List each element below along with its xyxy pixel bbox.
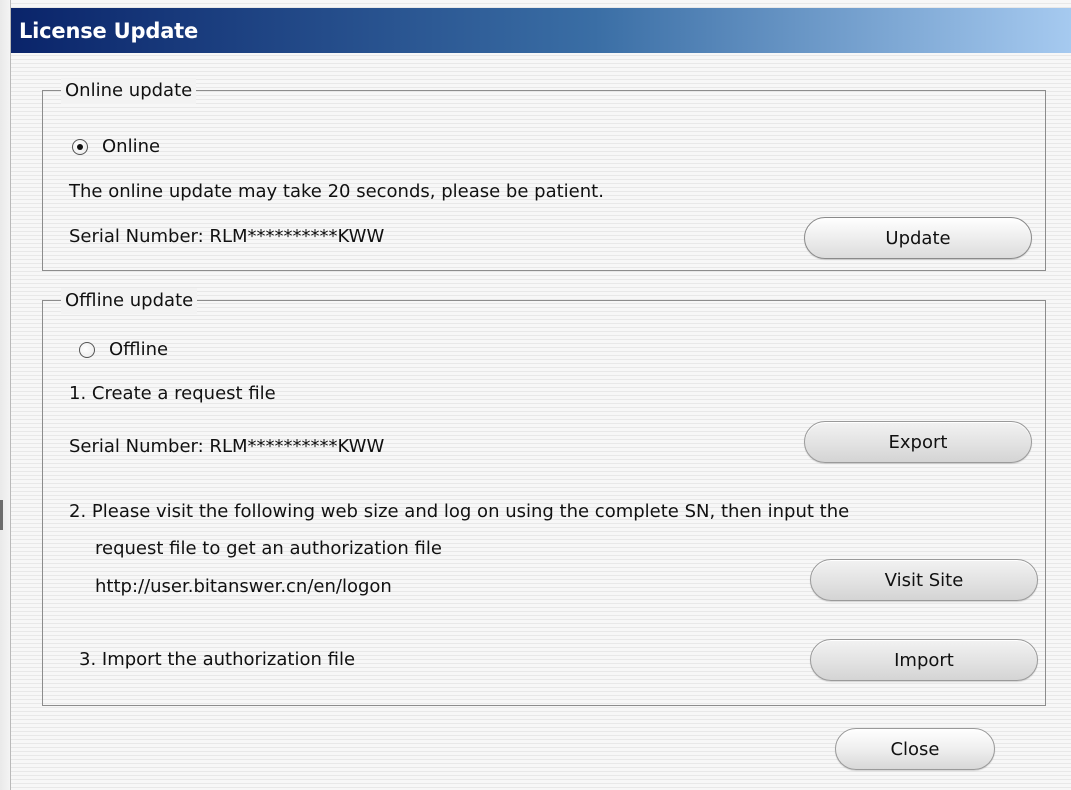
visit-site-button[interactable]: Visit Site <box>810 559 1038 601</box>
step2-logon-url: http://user.bitanswer.cn/en/logon <box>95 576 392 597</box>
offline-radio-option[interactable]: Offline <box>79 338 168 362</box>
step2-instructions-line2: request file to get an authorization fil… <box>95 538 442 559</box>
close-button[interactable]: Close <box>835 728 995 770</box>
online-serial-number: Serial Number: RLM**********KWW <box>69 226 385 247</box>
license-update-dialog: License Update Online update Online The … <box>10 0 1071 790</box>
online-update-group: Online update Online The online update m… <box>42 78 1046 271</box>
online-radio-button[interactable] <box>72 139 88 155</box>
online-update-note: The online update may take 20 seconds, p… <box>69 181 604 202</box>
offline-radio-button[interactable] <box>79 342 95 358</box>
offline-radio-label[interactable]: Offline <box>109 338 168 362</box>
online-update-legend: Online update <box>61 78 197 104</box>
online-radio-label[interactable]: Online <box>102 135 160 159</box>
window-title: License Update <box>19 18 199 43</box>
offline-update-legend: Offline update <box>61 288 198 314</box>
offline-update-group: Offline update Offline 1. Create a reque… <box>42 288 1046 706</box>
import-button[interactable]: Import <box>810 639 1038 681</box>
online-radio-option[interactable]: Online <box>72 135 160 159</box>
title-bar[interactable]: License Update <box>11 8 1071 53</box>
step1-create-request-text: 1. Create a request file <box>69 383 276 404</box>
update-button[interactable]: Update <box>804 217 1032 259</box>
step3-import-text: 3. Import the authorization file <box>79 649 356 670</box>
step2-instructions-line1: 2. Please visit the following web size a… <box>69 501 850 522</box>
background-window-edge <box>0 0 10 790</box>
background-window-mark <box>0 500 3 530</box>
export-button[interactable]: Export <box>804 421 1032 463</box>
offline-serial-number: Serial Number: RLM**********KWW <box>69 436 385 457</box>
